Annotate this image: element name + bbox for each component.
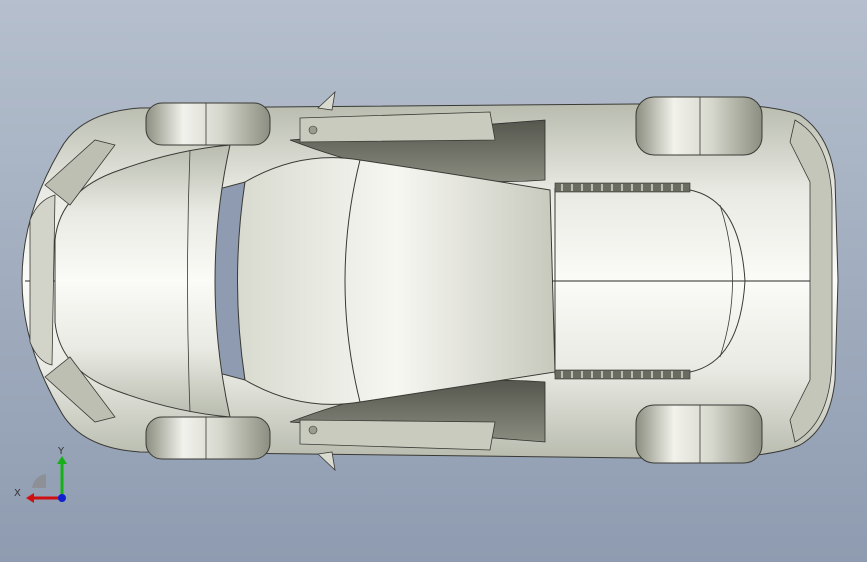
wheel-rear-left xyxy=(635,96,763,156)
y-axis-arrowhead xyxy=(57,456,67,464)
z-axis-dot xyxy=(58,494,66,502)
y-axis-label: Y xyxy=(57,446,65,457)
wheel-front-left xyxy=(145,102,271,146)
wheel-front-right xyxy=(145,416,271,460)
x-axis-label: X xyxy=(14,488,21,499)
triad-plane-shading xyxy=(32,474,46,488)
cabin xyxy=(207,157,556,405)
x-axis-arrowhead xyxy=(26,493,34,503)
car-model-top-view[interactable] xyxy=(0,0,867,562)
cad-viewport[interactable]: X Y xyxy=(0,0,867,562)
wheel-rear-right xyxy=(635,404,763,464)
hood xyxy=(29,139,231,423)
orientation-triad[interactable]: X Y xyxy=(12,440,82,510)
